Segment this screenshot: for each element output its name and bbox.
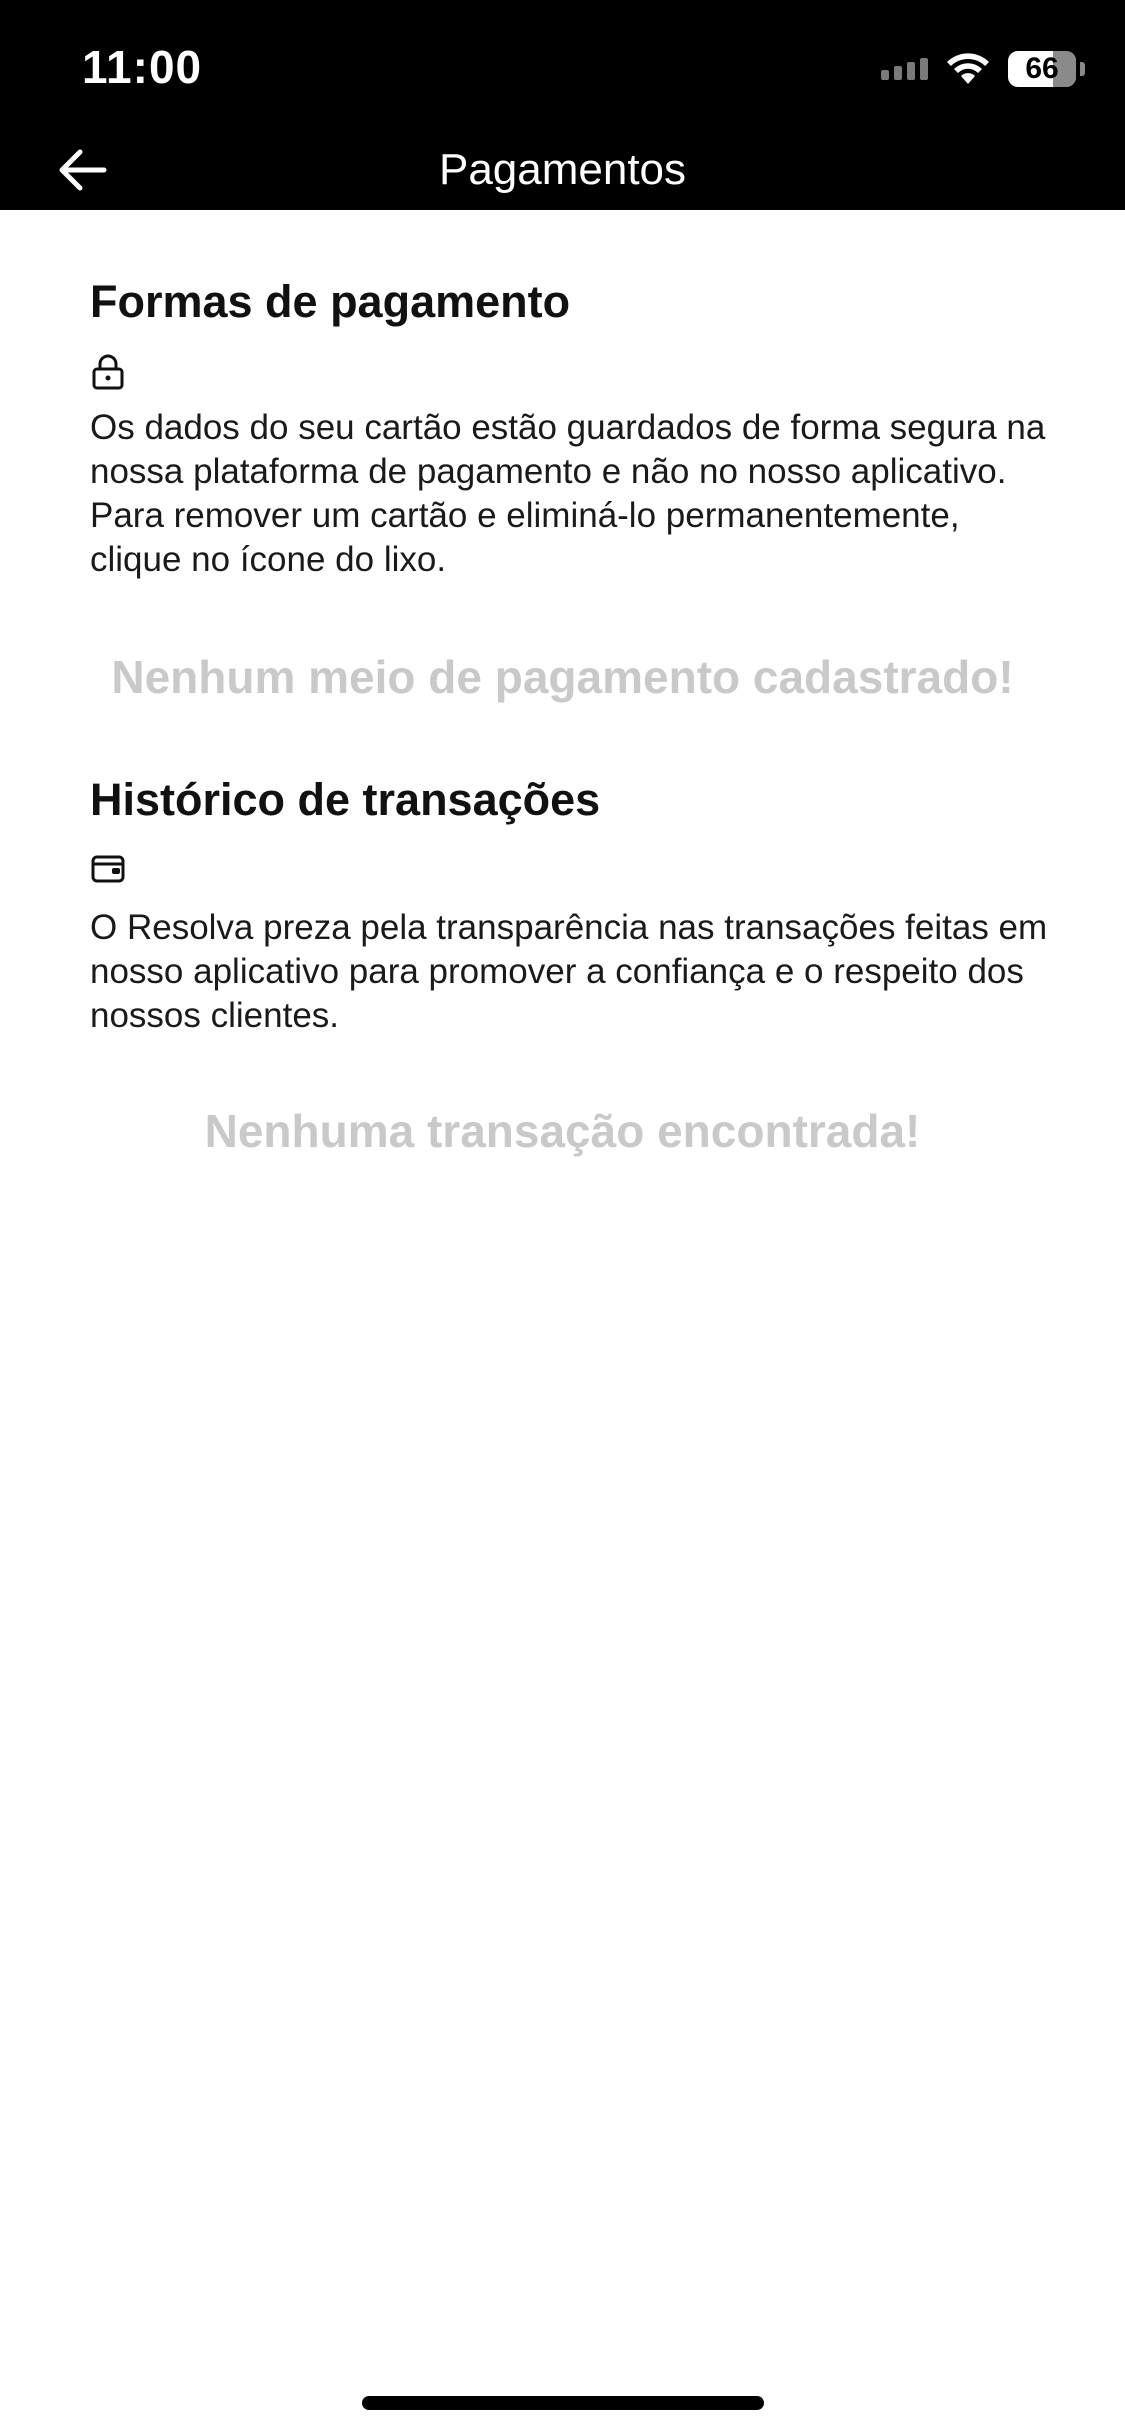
battery-level: 66: [1025, 52, 1059, 85]
transaction-history-title: Histórico de transações: [90, 774, 601, 825]
battery-cap: [1080, 62, 1085, 76]
top-bar: 11:00 66 Pagamentos: [0, 0, 1125, 210]
payments-screen: 11:00 66 Pagamentos Formas de pagamento …: [0, 0, 1125, 2436]
battery-icon: 66: [1008, 51, 1076, 87]
lock-icon: [92, 354, 124, 390]
no-payment-methods-message: Nenhum meio de pagamento cadastrado!: [111, 651, 1014, 703]
no-transactions-message: Nenhuma transação encontrada!: [204, 1105, 921, 1157]
page-title: Pagamentos: [438, 145, 687, 194]
wallet-icon: [91, 855, 125, 883]
home-indicator[interactable]: [362, 2396, 764, 2410]
cellular-signal-icon: [881, 58, 928, 80]
payment-methods-description: Os dados do seu cartão estão guardados d…: [90, 408, 1046, 579]
status-time: 11:00: [82, 41, 203, 93]
payment-methods-title: Formas de pagamento: [90, 276, 571, 327]
status-indicators: 66: [881, 44, 1085, 94]
transaction-history-description: O Resolva preza pela transparência nas t…: [90, 908, 1048, 1035]
wifi-icon: [947, 53, 989, 84]
